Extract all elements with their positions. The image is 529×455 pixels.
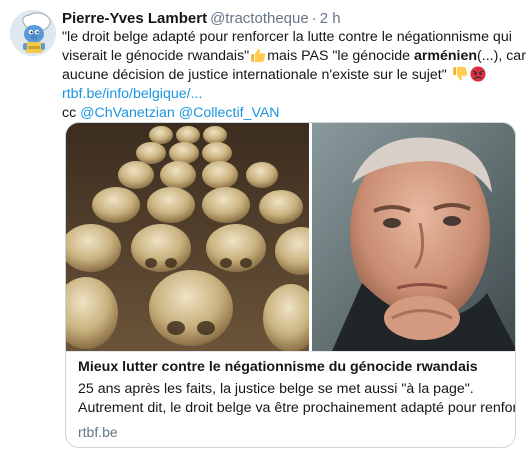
- skulls-image: [66, 123, 327, 351]
- tweet-text-line-4: rtbf.be/info/belgique/...: [62, 85, 520, 104]
- card-domain: rtbf.be: [78, 424, 118, 440]
- mention-collectif-van[interactable]: @Collectif_VAN: [179, 105, 280, 121]
- card-description: 25 ans après les faits, la justice belge…: [78, 380, 516, 418]
- link-preview-card[interactable]: Mieux lutter contre le négationnisme du …: [65, 122, 516, 448]
- cc-prefix: cc: [62, 105, 81, 121]
- portrait-illustration: [312, 123, 515, 351]
- card-body: Mieux lutter contre le négationnisme du …: [66, 351, 516, 447]
- thumbs-down-icon: [453, 66, 467, 81]
- skulls-illustration: [66, 123, 327, 351]
- tweet-text-segment: (...), car: [477, 48, 526, 64]
- avatar[interactable]: [10, 10, 56, 56]
- tweet-text-segment: mais PAS "le génocide: [267, 48, 414, 64]
- author-name[interactable]: Pierre-Yves Lambert: [62, 10, 207, 27]
- thumbs-up-icon: [251, 48, 266, 63]
- tweet-timestamp[interactable]: 2 h: [320, 10, 341, 27]
- tweet: Pierre-Yves Lambert @tractotheque · 2 h "le…: [0, 0, 529, 455]
- card-description-line-1: 25 ans après les faits, la justice belge…: [78, 381, 474, 397]
- tweet-content: Pierre-Yves Lambert @tractotheque · 2 h "le…: [62, 9, 526, 123]
- article-link[interactable]: rtbf.be/info/belgique/...: [62, 86, 202, 102]
- author-handle[interactable]: @tractotheque: [210, 10, 309, 27]
- avatar-smurf-icon: [10, 10, 56, 56]
- tweet-text-bold-word: arménien: [413, 48, 478, 64]
- header-separator: ·: [311, 10, 317, 27]
- angry-face-icon: [470, 66, 486, 82]
- card-title[interactable]: Mieux lutter contre le négationnisme du …: [78, 358, 503, 377]
- mention-chvanetzian[interactable]: @ChVanetzian: [80, 105, 175, 121]
- portrait-image: [312, 123, 515, 351]
- tweet-text-line-2: viserait le génocide rwandais" mais PAS "…: [62, 47, 526, 66]
- tweet-text-line-5: cc @ChVanetzian @Collectif_VAN: [62, 104, 520, 123]
- card-images: [66, 123, 515, 351]
- tweet-text: "le droit belge adapté pour renforcer la…: [62, 28, 526, 123]
- tweet-text-line-3: aucune décision de justice international…: [62, 66, 520, 85]
- tweet-text-segment: aucune décision de justice international…: [62, 67, 447, 83]
- card-description-line-2: Autrement dit, le droit belge va être pr…: [78, 400, 516, 416]
- tweet-header: Pierre-Yves Lambert @tractotheque · 2 h: [62, 9, 520, 28]
- tweet-text-segment: viserait le génocide rwandais": [62, 48, 250, 64]
- tweet-text-line-1: "le droit belge adapté pour renforcer la…: [62, 29, 512, 45]
